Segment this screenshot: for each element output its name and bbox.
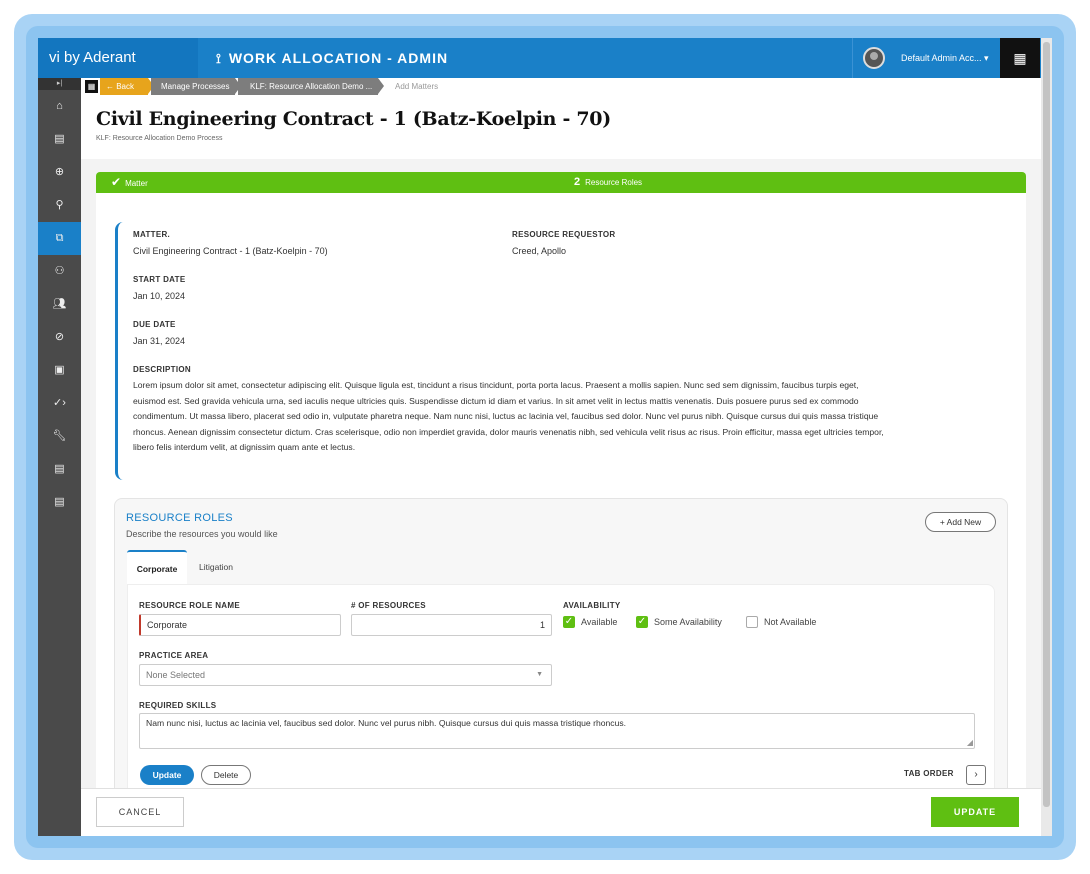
- home-icon[interactable]: ⌂: [38, 90, 81, 123]
- chevron-icon: [378, 78, 384, 94]
- some-availability-label: Some Availability: [654, 617, 722, 627]
- search-icon[interactable]: ⚲: [38, 189, 81, 222]
- avatar: [863, 47, 885, 69]
- breadcrumb: ▦ ← Back Manage Processes KLF: Resource …: [81, 78, 1041, 95]
- scrollbar-thumb[interactable]: [1043, 42, 1050, 807]
- due-date-label: DUE DATE: [133, 320, 176, 329]
- start-date-value: Jan 10, 2024: [133, 291, 186, 301]
- check-icon: ✔: [111, 175, 122, 189]
- back-link[interactable]: ← Back: [100, 78, 148, 95]
- step-label: Matter: [125, 179, 148, 188]
- cancel-button[interactable]: CANCEL: [96, 797, 184, 827]
- available-label: Available: [581, 617, 618, 627]
- breadcrumb-item[interactable]: Manage Processes: [151, 78, 235, 95]
- section-subtitle: Describe the resources you would like: [126, 529, 278, 539]
- user-menu[interactable]: Default Admin Acc... ▾: [852, 38, 1000, 78]
- approve-icon[interactable]: ✓›: [38, 387, 81, 420]
- app-title-text: WORK ALLOCATION - ADMIN: [228, 50, 449, 66]
- update-button[interactable]: UPDATE: [931, 797, 1019, 827]
- main-content: Civil Engineering Contract - 1 (Batz-Koe…: [81, 95, 1041, 788]
- report3-icon[interactable]: ▤: [38, 486, 81, 519]
- role-name-input[interactable]: Corporate: [139, 614, 341, 636]
- some-availability-checkbox[interactable]: ✓: [636, 616, 648, 628]
- description-label: DESCRIPTION: [133, 365, 191, 374]
- required-skills-textarea[interactable]: Nam nunc nisi, luctus ac lacinia vel, fa…: [139, 713, 975, 749]
- available-checkbox[interactable]: ✓: [563, 616, 575, 628]
- practice-area-value: None Selected: [146, 670, 206, 680]
- not-available-label: Not Available: [764, 617, 817, 627]
- required-skills-value: Nam nunc nisi, luctus ac lacinia vel, fa…: [146, 718, 627, 728]
- add-circle-icon[interactable]: ⊕: [38, 156, 81, 189]
- page-subtitle: KLF: Resource Allocation Demo Process: [96, 135, 223, 142]
- page-header: Civil Engineering Contract - 1 (Batz-Koe…: [81, 95, 1041, 159]
- resources-count-label: # OF RESOURCES: [351, 601, 426, 610]
- availability-label: AVAILABILITY: [563, 601, 621, 610]
- start-date-label: START DATE: [133, 275, 186, 284]
- requestor-value: Creed, Apollo: [512, 246, 567, 256]
- tab-litigation[interactable]: Litigation: [187, 550, 245, 584]
- sidebar-toggle-icon[interactable]: ▸|: [38, 78, 81, 90]
- add-new-button[interactable]: + Add New: [925, 512, 996, 532]
- apps-grid-icon[interactable]: ▦: [1000, 38, 1040, 78]
- resource-roles-section: RESOURCE ROLES Describe the resources yo…: [114, 498, 1008, 788]
- check-circle-icon[interactable]: ⊘: [38, 321, 81, 354]
- role-form: RESOURCE ROLE NAME Corporate # OF RESOUR…: [127, 584, 995, 788]
- app-window: vi by Aderant ⟟ WORK ALLOCATION - ADMIN D…: [38, 38, 1052, 836]
- wizard-panel: MATTER. Civil Engineering Contract - 1 (…: [96, 193, 1026, 788]
- sidebar: ▸| ⌂ ▤ ⊕ ⚲ ⧉ ⚇ 👥︎ ⊘ ▣ ✓› 🔧︎ ▤ ▤: [38, 78, 81, 836]
- due-date-value: Jan 31, 2024: [133, 336, 186, 346]
- chevron-down-icon: ▼: [536, 671, 543, 678]
- practice-area-select[interactable]: None Selected ▼: [139, 664, 552, 686]
- resources-count-input[interactable]: 1: [351, 614, 552, 636]
- scrollbar[interactable]: [1041, 38, 1052, 836]
- resize-grip-icon[interactable]: ◢: [967, 739, 973, 747]
- step-matter[interactable]: ✔ Matter: [111, 172, 148, 194]
- delete-role-button[interactable]: Delete: [201, 765, 251, 785]
- page-title: Civil Engineering Contract - 1 (Batz-Koe…: [96, 108, 611, 130]
- top-bar: vi by Aderant ⟟ WORK ALLOCATION - ADMIN D…: [38, 38, 1052, 78]
- workflow-icon: ⟟: [216, 51, 222, 66]
- matter-value: Civil Engineering Contract - 1 (Batz-Koe…: [133, 246, 328, 256]
- role-name-label: RESOURCE ROLE NAME: [139, 601, 240, 610]
- breadcrumb-item[interactable]: KLF: Resource Allocation Demo ...: [238, 78, 378, 95]
- report2-icon[interactable]: ▤: [38, 453, 81, 486]
- app-title: ⟟ WORK ALLOCATION - ADMIN: [216, 38, 448, 78]
- not-available-checkbox[interactable]: [746, 616, 758, 628]
- org-chart-icon[interactable]: ⚇: [38, 255, 81, 288]
- required-skills-label: REQUIRED SKILLS: [139, 701, 217, 710]
- documents-icon[interactable]: ▣: [38, 354, 81, 387]
- matter-summary: MATTER. Civil Engineering Contract - 1 (…: [115, 222, 915, 480]
- report-icon[interactable]: ▤: [38, 123, 81, 156]
- chevron-right-icon[interactable]: ›: [966, 765, 986, 785]
- people-icon[interactable]: 👥︎: [38, 288, 81, 321]
- matter-label: MATTER.: [133, 230, 171, 239]
- step-resource-roles[interactable]: 2 Resource Roles: [574, 172, 642, 193]
- user-name: Default Admin Acc... ▾: [901, 53, 989, 63]
- description-text: Lorem ipsum dolor sit amet, consectetur …: [133, 380, 884, 453]
- step-label: Resource Roles: [585, 178, 643, 187]
- matters-icon[interactable]: ⧉: [38, 222, 81, 255]
- footer-bar: CANCEL UPDATE: [81, 788, 1041, 836]
- practice-area-label: PRACTICE AREA: [139, 651, 209, 660]
- breadcrumb-current: Add Matters: [395, 82, 439, 91]
- grid-icon[interactable]: ▦: [85, 80, 98, 93]
- wrench-icon[interactable]: 🔧︎: [38, 420, 81, 453]
- section-title: RESOURCE ROLES: [126, 512, 233, 524]
- step-number: 2: [574, 176, 581, 188]
- wizard-steps: ✔ Matter 2 Resource Roles: [96, 172, 1026, 193]
- requestor-label: RESOURCE REQUESTOR: [512, 230, 616, 239]
- tab-corporate[interactable]: Corporate: [127, 550, 187, 584]
- brand-logo[interactable]: vi by Aderant: [38, 38, 198, 78]
- update-role-button[interactable]: Update: [140, 765, 194, 785]
- tab-order-label: TAB ORDER: [904, 769, 954, 778]
